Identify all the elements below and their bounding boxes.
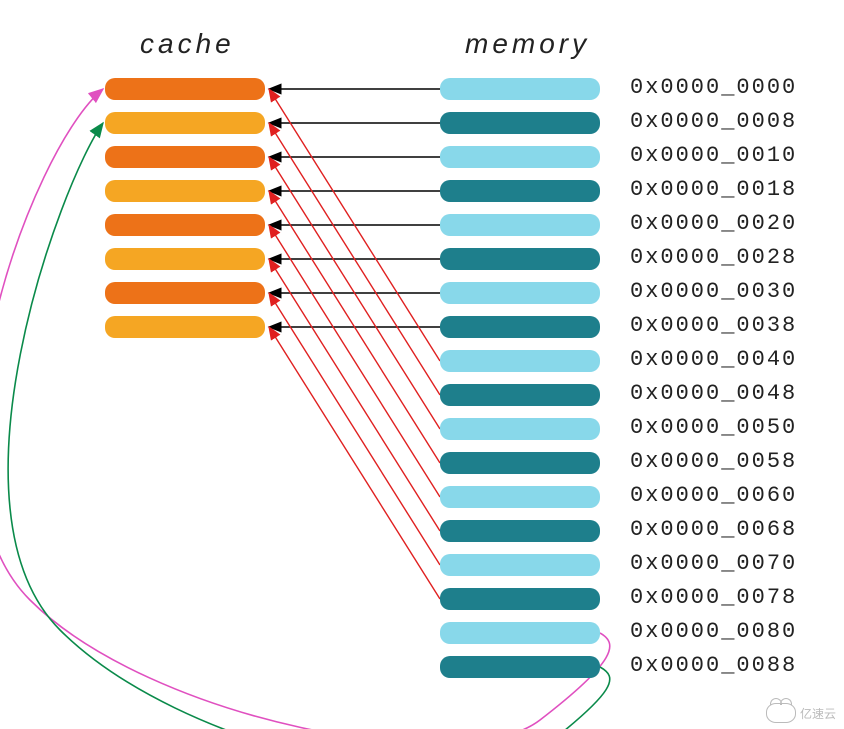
diagram-canvas: cache memory 0x0000_0000 0x0000_0008 0x000… [0, 0, 844, 729]
address-label: 0x0000_0000 [630, 75, 797, 100]
cache-line [105, 214, 265, 236]
address-label: 0x0000_0038 [630, 313, 797, 338]
red-mapping-arrow [269, 293, 440, 565]
red-mapping-arrow [269, 259, 440, 531]
memory-title: memory [465, 28, 590, 60]
cache-line [105, 282, 265, 304]
address-label: 0x0000_0018 [630, 177, 797, 202]
cloud-icon [766, 703, 796, 723]
address-label: 0x0000_0080 [630, 619, 797, 644]
address-label: 0x0000_0040 [630, 347, 797, 372]
watermark-text: 亿速云 [800, 705, 836, 722]
red-mapping-arrow [269, 89, 440, 361]
memory-line [440, 554, 600, 576]
cache-line [105, 146, 265, 168]
red-mapping-arrow [269, 225, 440, 497]
cache-line [105, 180, 265, 202]
memory-line [440, 588, 600, 610]
address-label: 0x0000_0058 [630, 449, 797, 474]
memory-line [440, 316, 600, 338]
red-mapping-arrow [269, 327, 440, 599]
memory-line [440, 350, 600, 372]
memory-line [440, 282, 600, 304]
memory-line [440, 452, 600, 474]
address-label: 0x0000_0050 [630, 415, 797, 440]
address-label: 0x0000_0088 [630, 653, 797, 678]
address-label: 0x0000_0008 [630, 109, 797, 134]
memory-line [440, 112, 600, 134]
memory-line [440, 486, 600, 508]
memory-line [440, 622, 600, 644]
address-label: 0x0000_0068 [630, 517, 797, 542]
memory-line [440, 520, 600, 542]
memory-line [440, 78, 600, 100]
cache-line [105, 248, 265, 270]
memory-line [440, 418, 600, 440]
memory-line [440, 248, 600, 270]
cache-line [105, 112, 265, 134]
address-label: 0x0000_0028 [630, 245, 797, 270]
address-label: 0x0000_0010 [630, 143, 797, 168]
address-label: 0x0000_0030 [630, 279, 797, 304]
address-label: 0x0000_0070 [630, 551, 797, 576]
cache-line [105, 78, 265, 100]
cache-line [105, 316, 265, 338]
memory-line [440, 656, 600, 678]
address-label: 0x0000_0020 [630, 211, 797, 236]
memory-line [440, 180, 600, 202]
memory-line [440, 146, 600, 168]
address-label: 0x0000_0078 [630, 585, 797, 610]
watermark: 亿速云 [766, 703, 836, 723]
cache-title: cache [140, 28, 235, 60]
memory-line [440, 214, 600, 236]
red-mapping-arrow [269, 191, 440, 463]
address-label: 0x0000_0060 [630, 483, 797, 508]
red-mapping-arrow [269, 123, 440, 395]
address-label: 0x0000_0048 [630, 381, 797, 406]
memory-line [440, 384, 600, 406]
red-mapping-arrow [269, 157, 440, 429]
